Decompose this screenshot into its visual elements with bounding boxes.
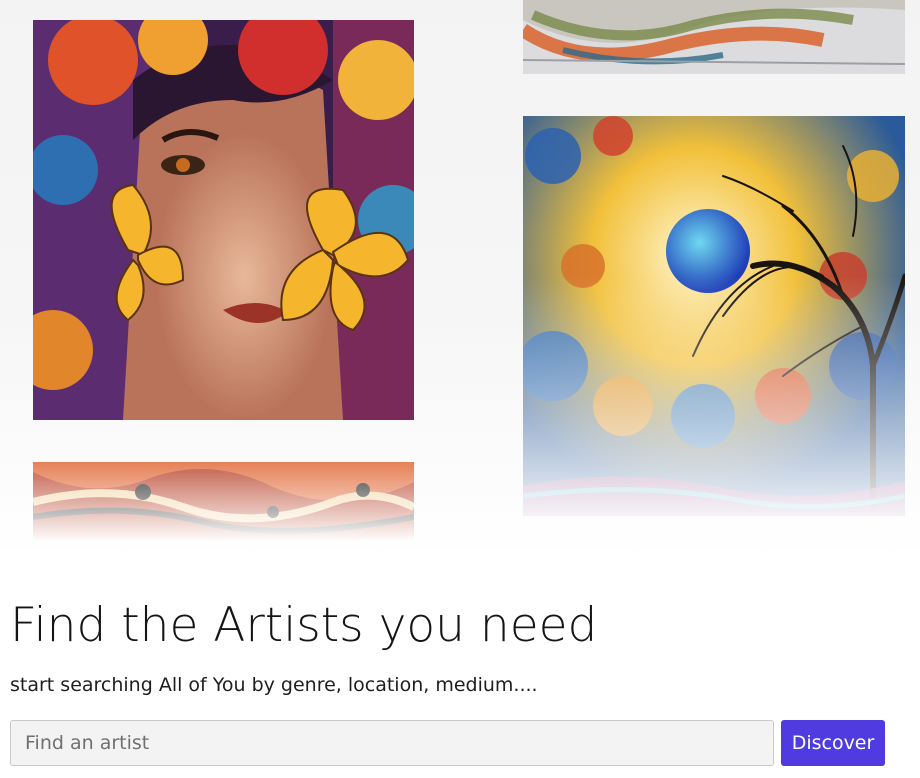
search-input[interactable] [10, 720, 774, 766]
artwork-image [523, 0, 905, 74]
artwork-gallery [0, 0, 920, 560]
artwork-blue-moon-tree[interactable] [523, 116, 905, 516]
artwork-image [33, 462, 414, 542]
artwork-abstract-streaks[interactable] [523, 0, 905, 74]
artwork-image [33, 20, 414, 420]
page-subtitle: start searching All of You by genre, loc… [10, 674, 538, 696]
artwork-image [523, 116, 905, 516]
artwork-woman-butterflies[interactable] [33, 20, 414, 420]
artwork-marbled-abstract[interactable] [33, 462, 414, 542]
discover-button[interactable]: Discover [781, 720, 885, 766]
page-title: Find the Artists you need [10, 598, 598, 653]
